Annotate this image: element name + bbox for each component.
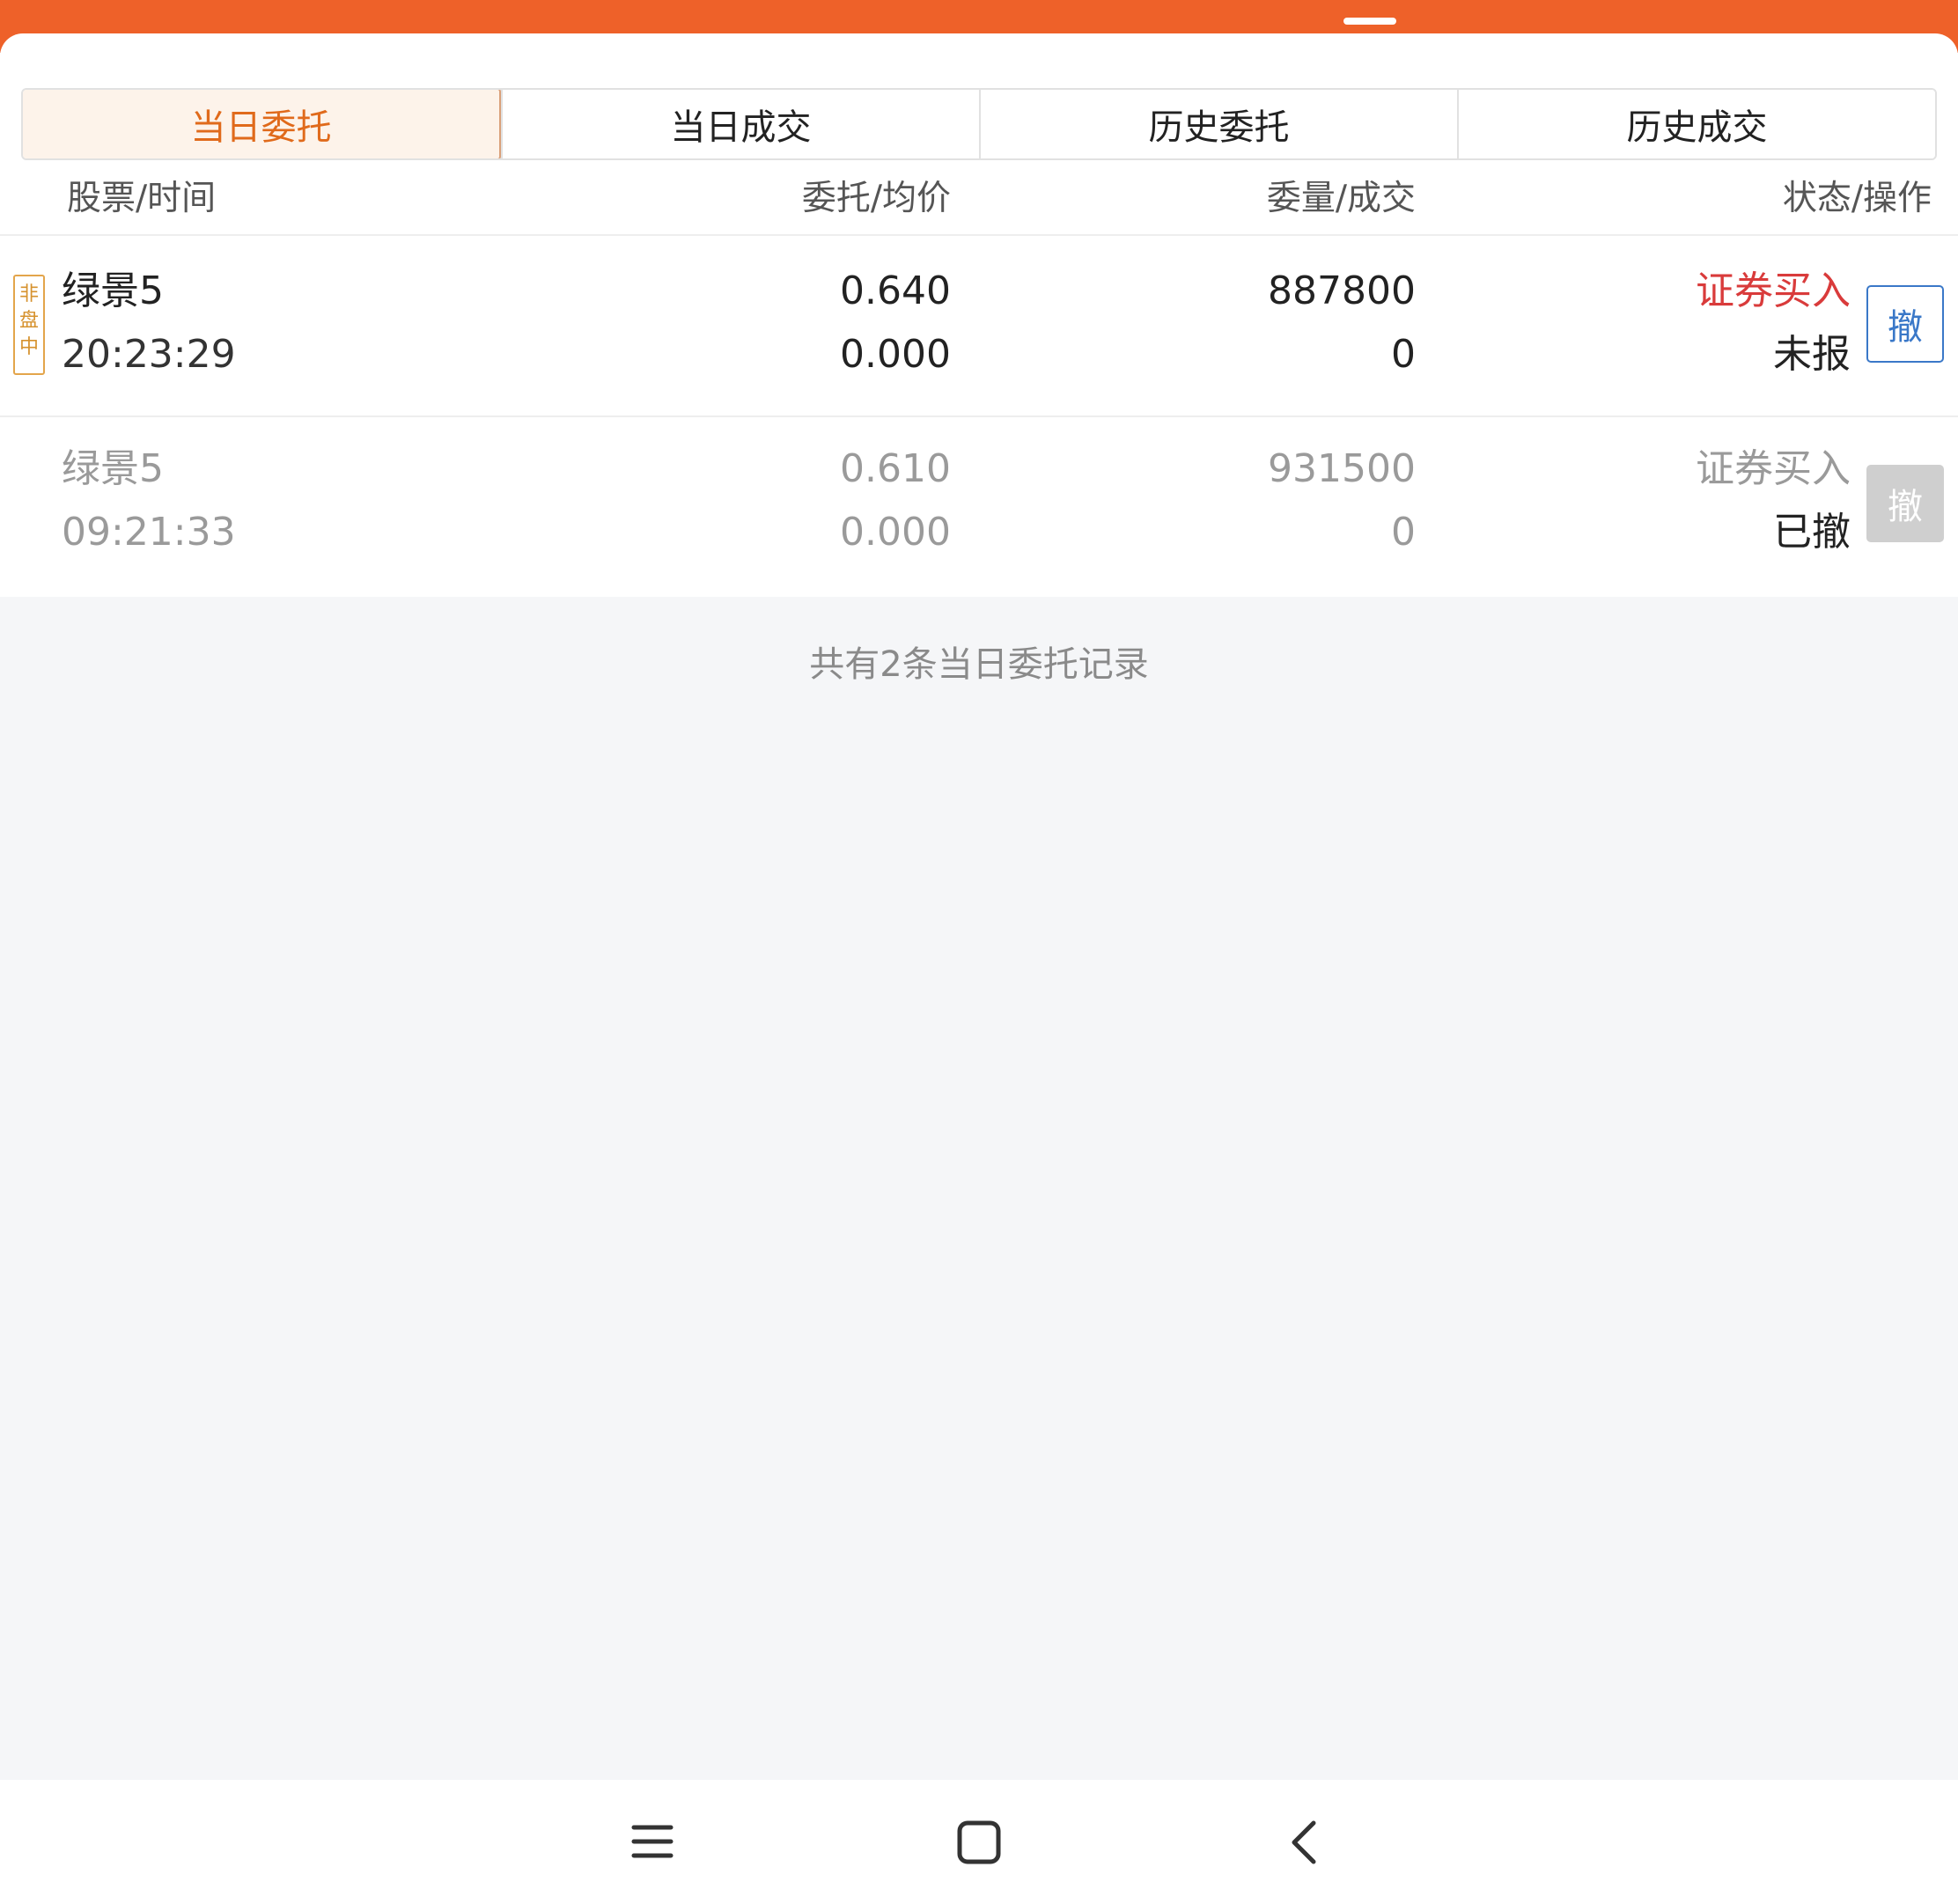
menu-icon[interactable] — [630, 1819, 674, 1867]
order-time: 20:23:29 — [62, 332, 236, 377]
avg-price: 0.000 — [840, 332, 951, 377]
table-row[interactable]: 绿景5 09:21:33 0.610 0.000 931500 0 证券买入 已… — [0, 417, 1958, 597]
tab-history-trades[interactable]: 历史成交 — [1457, 90, 1935, 158]
back-chevron-icon[interactable] — [1287, 1819, 1322, 1869]
top-tab-indicator — [1343, 18, 1396, 25]
col-stock-time: 股票/时间 — [67, 179, 217, 218]
record-count-text: 共有2条当日委托记录 — [809, 644, 1149, 685]
order-side: 证券买入 — [1696, 268, 1851, 313]
avg-price: 0.000 — [840, 510, 951, 555]
order-qty: 887800 — [1268, 268, 1416, 313]
order-price: 0.640 — [840, 268, 951, 313]
cancel-button-disabled: 撤 — [1866, 465, 1944, 542]
orders-panel: 当日委托 当日成交 历史委托 历史成交 股票/时间 委托/均价 委量/成交 状态… — [0, 33, 1958, 597]
order-status: 未报 — [1773, 332, 1851, 377]
home-square-icon[interactable] — [956, 1819, 1002, 1869]
tab-today-trades[interactable]: 当日成交 — [501, 90, 979, 158]
table-header: 股票/时间 委托/均价 委量/成交 状态/操作 — [0, 150, 1958, 236]
col-price: 委托/均价 — [801, 179, 951, 218]
order-status: 已撤 — [1773, 510, 1851, 555]
filled-qty: 0 — [1391, 510, 1416, 555]
table-row[interactable]: 非盘中 绿景5 20:23:29 0.640 0.000 887800 0 证券… — [0, 236, 1958, 417]
stock-name: 绿景5 — [62, 446, 164, 491]
order-time: 09:21:33 — [62, 510, 236, 555]
order-price: 0.610 — [840, 446, 951, 491]
col-qty: 委量/成交 — [1266, 179, 1416, 218]
order-qty: 931500 — [1268, 446, 1416, 491]
stock-name: 绿景5 — [62, 268, 164, 313]
off-hours-badge: 非盘中 — [13, 275, 45, 375]
order-side: 证券买入 — [1696, 446, 1851, 491]
cancel-button[interactable]: 撤 — [1866, 285, 1944, 363]
col-status: 状态/操作 — [1782, 179, 1932, 218]
filled-qty: 0 — [1391, 332, 1416, 377]
system-nav-bar — [0, 1780, 1958, 1904]
tab-history-orders[interactable]: 历史委托 — [979, 90, 1457, 158]
